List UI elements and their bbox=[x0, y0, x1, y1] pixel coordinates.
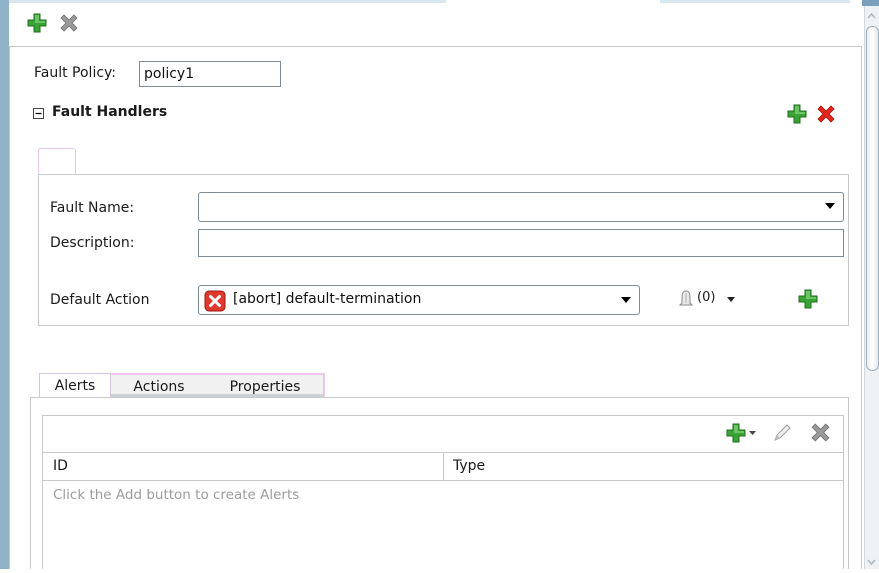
description-label: Description: bbox=[50, 235, 135, 251]
description-field[interactable] bbox=[198, 229, 844, 257]
chevron-down-icon bbox=[621, 297, 631, 303]
scroll-down-arrow-icon[interactable] bbox=[865, 556, 878, 569]
tab-alerts[interactable]: Alerts bbox=[39, 373, 111, 398]
plus-green-icon bbox=[726, 423, 746, 443]
column-header-type[interactable]: Type bbox=[453, 458, 485, 474]
content-left-border bbox=[9, 46, 10, 569]
fault-handlers-title: Fault Handlers bbox=[52, 104, 168, 120]
fault-policy-label: Fault Policy: bbox=[34, 65, 117, 81]
fault-name-label: Fault Name: bbox=[50, 200, 135, 216]
caret-down-icon bbox=[727, 297, 735, 302]
tab-actions[interactable]: Actions bbox=[111, 373, 207, 398]
x-gray-icon bbox=[811, 423, 830, 442]
fault-handler-tab[interactable] bbox=[38, 148, 76, 175]
content-right-border bbox=[861, 46, 862, 569]
pencil-icon bbox=[774, 424, 791, 441]
add-policy-button[interactable] bbox=[26, 12, 48, 38]
plus-green-icon bbox=[787, 104, 807, 124]
tab-properties[interactable]: Properties bbox=[207, 373, 325, 398]
default-action-label: Default Action bbox=[50, 292, 150, 308]
chevron-down-icon bbox=[825, 203, 835, 209]
add-action-button[interactable] bbox=[797, 288, 819, 314]
default-action-dropdown[interactable]: [abort] default-termination bbox=[198, 285, 640, 315]
caret-down-icon bbox=[749, 431, 756, 435]
default-action-value: [abort] default-termination bbox=[233, 291, 422, 307]
top-border bbox=[9, 0, 446, 3]
edit-alert-button[interactable] bbox=[771, 422, 793, 448]
alerts-empty-message: Click the Add button to create Alerts bbox=[53, 487, 300, 503]
window-left-rail bbox=[0, 0, 9, 569]
bell-icon bbox=[678, 290, 694, 306]
delete-fault-handler-button[interactable] bbox=[815, 103, 837, 129]
toolbar-separator bbox=[9, 46, 862, 47]
minus-box-icon bbox=[33, 108, 44, 119]
fault-name-dropdown[interactable] bbox=[198, 192, 844, 222]
add-alert-menu-button[interactable] bbox=[725, 422, 756, 448]
plus-green-icon bbox=[27, 13, 47, 33]
scrollbar-top-marker bbox=[862, 0, 879, 6]
collapse-fault-handlers-toggle[interactable] bbox=[33, 107, 44, 123]
column-divider[interactable] bbox=[443, 452, 444, 481]
delete-policy-button[interactable] bbox=[58, 12, 80, 38]
top-border-right bbox=[660, 0, 850, 3]
fault-policy-field[interactable] bbox=[139, 61, 281, 87]
add-fault-handler-button[interactable] bbox=[786, 103, 808, 129]
x-gray-icon bbox=[60, 14, 78, 32]
delete-alert-button[interactable] bbox=[809, 421, 832, 448]
x-red-icon bbox=[817, 105, 835, 123]
plus-green-icon bbox=[798, 289, 818, 309]
scroll-up-arrow-icon[interactable] bbox=[865, 8, 878, 22]
notifications-count: (0) bbox=[697, 290, 716, 305]
scrollbar-thumb[interactable] bbox=[866, 26, 879, 371]
column-header-id[interactable]: ID bbox=[53, 458, 68, 474]
abort-red-x-icon bbox=[204, 290, 226, 312]
